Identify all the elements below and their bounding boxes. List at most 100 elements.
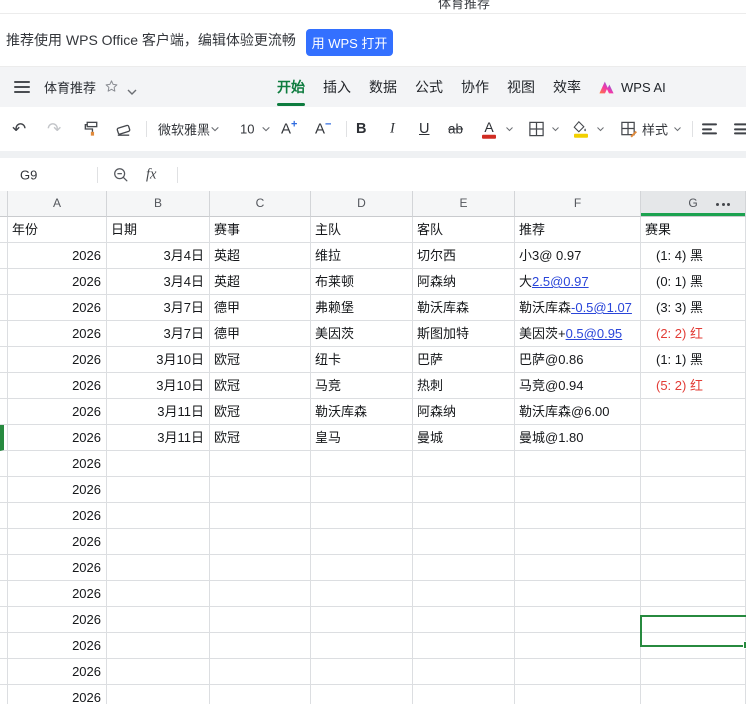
cell-D17[interactable] xyxy=(311,633,413,659)
cell-G11[interactable] xyxy=(641,477,746,503)
align-center-icon[interactable] xyxy=(734,123,746,135)
cell-E7[interactable]: 热刺 xyxy=(413,373,515,399)
cell-E8[interactable]: 阿森纳 xyxy=(413,399,515,425)
row-header-13[interactable] xyxy=(0,529,8,555)
cell-A16[interactable]: 2026 xyxy=(8,607,107,633)
cell-B10[interactable] xyxy=(107,451,210,477)
cell-C16[interactable] xyxy=(210,607,311,633)
cell-E17[interactable] xyxy=(413,633,515,659)
cell-C14[interactable] xyxy=(210,555,311,581)
cell-B12[interactable] xyxy=(107,503,210,529)
cell-C4[interactable]: 德甲 xyxy=(210,295,311,321)
cell-G4[interactable]: (3: 3) 黑 xyxy=(641,295,746,321)
cell-F18[interactable] xyxy=(515,659,641,685)
cell-C1[interactable]: 赛事 xyxy=(210,217,311,243)
row-header-2[interactable] xyxy=(0,243,8,269)
cell-F2[interactable]: 小3@ 0.97 xyxy=(515,243,641,269)
cell-G5[interactable]: (2: 2) 红 xyxy=(641,321,746,347)
cell-C10[interactable] xyxy=(210,451,311,477)
cell-F14[interactable] xyxy=(515,555,641,581)
cell-A10[interactable]: 2026 xyxy=(8,451,107,477)
row-header-19[interactable] xyxy=(0,685,8,704)
hyperlink[interactable]: -0.5@1.07 xyxy=(571,300,632,315)
cell-G12[interactable] xyxy=(641,503,746,529)
cell-B17[interactable] xyxy=(107,633,210,659)
cell-B19[interactable] xyxy=(107,685,210,704)
cell-reference-name-box[interactable]: G9 xyxy=(20,167,37,182)
font-name-select[interactable]: 微软雅黑 xyxy=(158,120,220,139)
cell-G17[interactable] xyxy=(641,633,746,659)
cell-G14[interactable] xyxy=(641,555,746,581)
row-header-10[interactable] xyxy=(0,451,8,477)
cell-F16[interactable] xyxy=(515,607,641,633)
row-header-15[interactable] xyxy=(0,581,8,607)
clear-format-eraser-icon[interactable] xyxy=(114,120,133,139)
wps-ai-button[interactable]: WPS AI xyxy=(598,67,666,107)
cell-E15[interactable] xyxy=(413,581,515,607)
cell-G1[interactable]: 赛果 xyxy=(641,217,746,243)
column-header-A[interactable]: A xyxy=(8,191,107,217)
strikethrough-button[interactable]: ab xyxy=(448,122,463,137)
cell-B2[interactable]: 3月4日 xyxy=(107,243,210,269)
ribbon-tab-数据[interactable]: 数据 xyxy=(369,77,397,97)
cell-D1[interactable]: 主队 xyxy=(311,217,413,243)
cell-D7[interactable]: 马竞 xyxy=(311,373,413,399)
column-header-F[interactable]: F xyxy=(515,191,641,217)
cell-B13[interactable] xyxy=(107,529,210,555)
cell-E13[interactable] xyxy=(413,529,515,555)
row-header-3[interactable] xyxy=(0,269,8,295)
row-header-1[interactable] xyxy=(0,217,8,243)
cell-C8[interactable]: 欧冠 xyxy=(210,399,311,425)
cell-E2[interactable]: 切尔西 xyxy=(413,243,515,269)
ribbon-tab-公式[interactable]: 公式 xyxy=(415,77,443,97)
bold-button[interactable]: B xyxy=(356,121,366,137)
cell-D8[interactable]: 勒沃库森 xyxy=(311,399,413,425)
cell-E19[interactable] xyxy=(413,685,515,704)
cell-A12[interactable]: 2026 xyxy=(8,503,107,529)
cell-B6[interactable]: 3月10日 xyxy=(107,347,210,373)
star-favorite-icon[interactable] xyxy=(104,79,119,99)
cell-G10[interactable] xyxy=(641,451,746,477)
format-painter-icon[interactable] xyxy=(82,120,101,139)
cell-B8[interactable]: 3月11日 xyxy=(107,399,210,425)
cell-B4[interactable]: 3月7日 xyxy=(107,295,210,321)
cell-E18[interactable] xyxy=(413,659,515,685)
cell-D2[interactable]: 维拉 xyxy=(311,243,413,269)
undo-icon[interactable]: ↶ xyxy=(12,121,26,138)
font-size-select[interactable]: 10 xyxy=(240,122,271,137)
hyperlink[interactable]: 2.5@0.97 xyxy=(532,274,589,289)
cell-D16[interactable] xyxy=(311,607,413,633)
cell-E1[interactable]: 客队 xyxy=(413,217,515,243)
italic-button[interactable]: I xyxy=(390,121,395,138)
cell-G7[interactable]: (5: 2) 红 xyxy=(641,373,746,399)
title-chevron-down-icon[interactable] xyxy=(126,83,138,101)
cell-D13[interactable] xyxy=(311,529,413,555)
cell-C3[interactable]: 英超 xyxy=(210,269,311,295)
cell-A8[interactable]: 2026 xyxy=(8,399,107,425)
cell-A4[interactable]: 2026 xyxy=(8,295,107,321)
cell-G13[interactable] xyxy=(641,529,746,555)
row-header-7[interactable] xyxy=(0,373,8,399)
row-header-16[interactable] xyxy=(0,607,8,633)
cell-C5[interactable]: 德甲 xyxy=(210,321,311,347)
cell-F6[interactable]: 巴萨@0.86 xyxy=(515,347,641,373)
cell-C7[interactable]: 欧冠 xyxy=(210,373,311,399)
cell-G2[interactable]: (1: 4) 黑 xyxy=(641,243,746,269)
row-header-8[interactable] xyxy=(0,399,8,425)
align-left-icon[interactable] xyxy=(702,123,717,135)
column-header-G[interactable]: G xyxy=(641,191,746,217)
cell-G15[interactable] xyxy=(641,581,746,607)
cell-A6[interactable]: 2026 xyxy=(8,347,107,373)
cell-G8[interactable] xyxy=(641,399,746,425)
hyperlink[interactable]: 0.5@0.95 xyxy=(566,326,623,341)
cell-E9[interactable]: 曼城 xyxy=(413,425,515,451)
row-header-9[interactable] xyxy=(0,425,8,451)
insert-function-fx-icon[interactable]: fx xyxy=(146,166,156,183)
column-header-C[interactable]: C xyxy=(210,191,311,217)
cell-A7[interactable]: 2026 xyxy=(8,373,107,399)
underline-button[interactable]: U xyxy=(419,121,429,137)
cell-B9[interactable]: 3月11日 xyxy=(107,425,210,451)
cell-F10[interactable] xyxy=(515,451,641,477)
cell-A19[interactable]: 2026 xyxy=(8,685,107,704)
cell-C19[interactable] xyxy=(210,685,311,704)
